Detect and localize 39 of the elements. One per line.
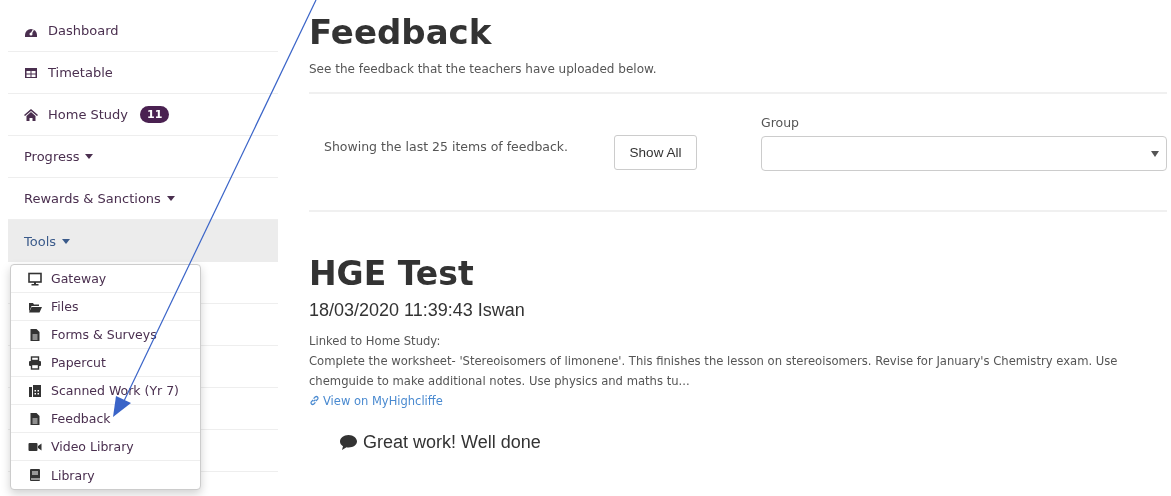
feedback-meta: 18/03/2020 11:39:43 Iswan [309,300,526,321]
caret-icon [85,154,94,159]
home-icon [24,107,38,122]
menu-item[interactable]: Library [51,467,95,483]
menu-item[interactable]: Forms & Surveys [51,327,157,342]
menu-item[interactable]: Papercut [51,355,106,370]
page-title: Feedback [309,11,493,54]
nav-link[interactable]: Home Study [48,107,129,122]
show-all-button[interactable]: Show All [614,134,697,170]
monitor-icon [28,271,42,286]
nav-link[interactable]: Dashboard [48,23,119,38]
count-badge: 11 [140,106,170,123]
caret-icon [166,196,175,201]
group-label: Group [761,115,801,130]
nav-dropdown[interactable]: Progress [8,136,278,178]
fax-icon [28,383,42,398]
printer-icon [28,355,42,370]
linked-label: Linked to Home Study: [309,333,442,350]
view-link[interactable]: View on MyHighcliffe [309,393,443,408]
table-icon [24,65,38,80]
menu-item[interactable]: Gateway [51,271,107,286]
menu-item[interactable]: Files [51,299,79,314]
page-subtitle: See the feedback that the teachers have uploaded below. [309,62,658,76]
caret-icon [62,238,71,244]
nav-link[interactable]: Timetable [48,65,113,80]
feedback-title: HGE Test [309,253,475,295]
link-icon [309,395,320,406]
comment-text: Great work! Well done [363,432,541,453]
caret-icon [1151,150,1159,157]
filter-info: Showing the last 25 items of feedback. [324,138,570,154]
menu-item[interactable]: Feedback [51,411,111,426]
menu-item[interactable]: Video Library [51,439,134,454]
book-icon [28,468,42,482]
group-select[interactable] [761,136,1167,171]
feedback-description: Complete the worksheet- 'Stereoisomers of limonene'. This finishes the lesson on stereoisomers. Revise for January's Chemistry exam. Use chemguide to make additional notes. Use physics and maths tu... [309,353,1119,390]
speech-bubble-icon [339,434,358,451]
document-icon [28,327,42,342]
nav-dropdown[interactable]: Tools [8,220,278,262]
document-icon [28,411,42,426]
